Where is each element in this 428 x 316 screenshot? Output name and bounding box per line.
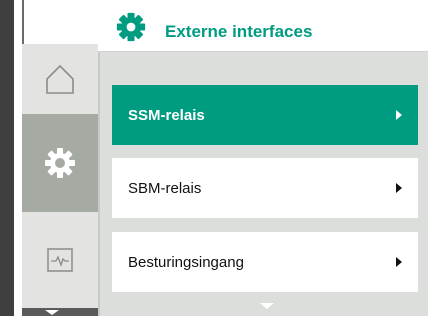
sidebar-item-home[interactable] [22, 44, 98, 114]
menu-item-label: Besturingsingang [128, 253, 244, 271]
sidebar-item-settings[interactable] [22, 114, 98, 212]
sidebar-top [14, 0, 98, 44]
menu-item-label: SBM-relais [128, 179, 202, 197]
sidebar-item-diagnostics[interactable] [22, 212, 98, 308]
menu-item-label: SSM-relais [128, 106, 205, 124]
chevron-right-icon [396, 183, 402, 193]
sidebar-scroll-area [22, 308, 98, 316]
gear-icon [116, 12, 146, 42]
page-title: Externe interfaces [165, 22, 313, 41]
menu-item-ssm-relais[interactable]: SSM-relais [112, 85, 418, 145]
device-bezel [0, 0, 14, 316]
scroll-down-icon[interactable] [260, 303, 274, 309]
chevron-right-icon [396, 110, 402, 120]
chevron-right-icon [396, 257, 402, 267]
menu-item-besturingsingang[interactable]: Besturingsingang [112, 232, 418, 292]
gear-icon [45, 148, 75, 178]
sidebar-top-edge [22, 0, 24, 44]
menu-list: SSM-relais SBM-relais Besturingsingang [100, 52, 428, 316]
menu-item-sbm-relais[interactable]: SBM-relais [112, 158, 418, 218]
home-icon [46, 64, 74, 94]
sidebar-scroll-down-icon[interactable] [45, 310, 59, 315]
monitor-icon [47, 248, 73, 272]
